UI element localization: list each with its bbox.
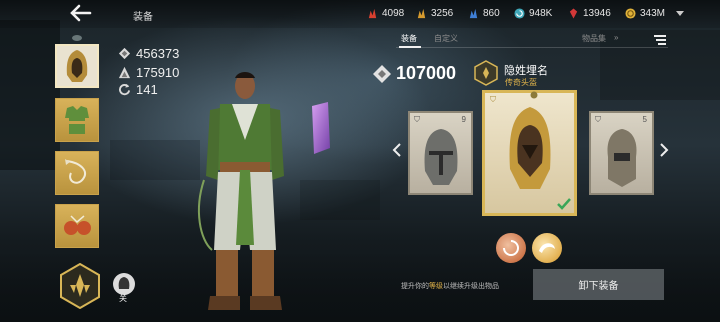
refresh-icon bbox=[119, 83, 131, 96]
shield-icon: ⛉ bbox=[490, 95, 496, 104]
slot-weapon[interactable] bbox=[55, 151, 99, 195]
wave-gem-icon bbox=[539, 243, 555, 253]
red-claw-icon bbox=[368, 8, 377, 19]
green-tunic-icon bbox=[60, 103, 94, 137]
class-emblem-icon[interactable] bbox=[57, 263, 103, 309]
chevron-down-icon[interactable] bbox=[676, 11, 684, 16]
chain-helmet-icon bbox=[607, 129, 637, 187]
blue-claw-icon bbox=[469, 8, 478, 19]
chevron-left-icon[interactable] bbox=[392, 143, 402, 157]
gem-slot-2[interactable] bbox=[532, 233, 562, 263]
hint-highlight: 等级 bbox=[429, 283, 443, 290]
swirl-coin-icon bbox=[514, 8, 525, 19]
shield-icon: ⛉ bbox=[414, 115, 420, 124]
swirl-gem-icon bbox=[503, 240, 519, 256]
slot-helmet[interactable] bbox=[55, 44, 99, 88]
item-class-badge-icon bbox=[474, 60, 498, 86]
tab-active-indicator bbox=[399, 46, 421, 48]
item-rarity: 传奇头盔 bbox=[505, 78, 537, 87]
upgrade-hint: 提升你的等级以继续升级出物品 bbox=[401, 283, 499, 290]
item-card-left-level: 9 bbox=[461, 115, 466, 124]
rope-dart-icon bbox=[60, 156, 94, 190]
tab-collection[interactable]: 物品集 bbox=[582, 33, 606, 44]
slot-accessory[interactable] bbox=[55, 204, 99, 248]
shield-icon: ⛉ bbox=[595, 115, 601, 124]
chevron-right-icon[interactable] bbox=[659, 143, 669, 157]
item-power: 107000 bbox=[372, 63, 456, 84]
item-name: 隐姓埋名 bbox=[504, 65, 548, 77]
back-arrow-icon[interactable] bbox=[68, 3, 92, 23]
tab-divider bbox=[396, 47, 668, 48]
item-card-right[interactable]: ⛉ 5 bbox=[589, 111, 654, 195]
gem-slot-1[interactable] bbox=[496, 233, 526, 263]
hero-character bbox=[197, 72, 284, 310]
gold-claw-icon bbox=[417, 8, 426, 19]
resource-gold-claw[interactable]: 3256 bbox=[416, 8, 453, 19]
page-title: 装备 bbox=[133, 12, 153, 23]
mute-toggle[interactable] bbox=[113, 273, 135, 295]
pyramid-icon bbox=[118, 66, 131, 79]
resource-red-gem[interactable]: 13946 bbox=[568, 8, 611, 19]
resource-red-claw[interactable]: 4098 bbox=[367, 8, 404, 19]
hood-helmet-icon bbox=[509, 107, 551, 189]
knight-helmet-icon bbox=[424, 129, 458, 185]
tab-equipment[interactable]: 装备 bbox=[401, 33, 417, 44]
hood-helmet-icon bbox=[61, 50, 93, 82]
top-bar: 装备 4098 3256 860 948K 13946 343M bbox=[0, 0, 720, 28]
gem-socket-icon bbox=[530, 91, 538, 99]
resource-swirl-coin[interactable]: 948K bbox=[514, 8, 552, 19]
item-card-right-level: 5 bbox=[642, 115, 647, 124]
diamond-power-icon bbox=[118, 47, 131, 60]
attack-stat: 456373 bbox=[118, 46, 179, 61]
diamond-power-icon bbox=[373, 64, 391, 83]
item-card-left[interactable]: ⛉ 9 bbox=[408, 111, 473, 195]
gold-coin-icon bbox=[625, 8, 636, 19]
crystal-icon bbox=[312, 102, 330, 154]
cycle-stat: 141 bbox=[118, 82, 158, 97]
item-card-selected[interactable]: ⛉ bbox=[482, 90, 577, 216]
resource-gold-coin[interactable]: 343M bbox=[625, 8, 665, 19]
tab-custom[interactable]: 自定义 bbox=[434, 33, 458, 44]
eye-icon[interactable] bbox=[72, 35, 82, 41]
unequip-button[interactable]: 卸下装备 bbox=[533, 269, 664, 300]
check-icon bbox=[557, 198, 571, 210]
red-gem-icon bbox=[569, 8, 578, 19]
double-chevron-icon[interactable]: » bbox=[614, 33, 618, 42]
slot-armor[interactable] bbox=[55, 98, 99, 142]
mute-label: 关 bbox=[119, 294, 127, 303]
sort-icon[interactable] bbox=[654, 35, 666, 45]
tab-bar: 装备 自定义 物品集 » bbox=[396, 33, 668, 47]
resource-blue-claw[interactable]: 860 bbox=[468, 8, 500, 19]
defense-stat: 175910 bbox=[118, 65, 179, 80]
hood-icon bbox=[118, 277, 130, 289]
amulet-icon bbox=[60, 209, 94, 243]
